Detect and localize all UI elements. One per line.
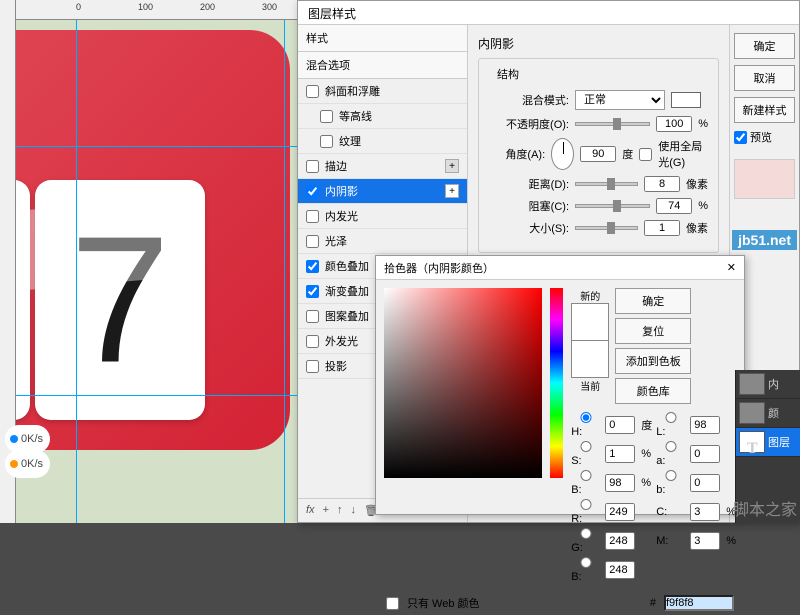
ruler-horizontal[interactable]: 0100200300 (0, 0, 297, 20)
style-row-内阴影[interactable]: 内阴影+ (298, 179, 467, 204)
style-row-纹理[interactable]: 纹理 (298, 129, 467, 154)
fx-add-icon[interactable]: + (323, 504, 329, 517)
angle-input[interactable] (580, 146, 616, 162)
s-radio[interactable] (571, 441, 601, 452)
guide-h[interactable] (0, 395, 297, 396)
style-row-描边[interactable]: 描边+ (298, 154, 467, 179)
b2-input[interactable] (690, 474, 720, 492)
layer-item[interactable]: 内 (736, 370, 800, 399)
r-radio[interactable] (571, 499, 601, 510)
cp-add-swatch-button[interactable]: 添加到色板 (615, 348, 691, 374)
style-checkbox[interactable] (306, 210, 319, 223)
r-input[interactable] (605, 503, 635, 521)
b2-radio[interactable] (656, 470, 686, 481)
guide-v[interactable] (284, 0, 285, 523)
bv-radio[interactable] (571, 557, 601, 568)
styles-header[interactable]: 样式 (298, 25, 467, 52)
brand-label: 脚本之家 (733, 496, 797, 520)
hex-input[interactable] (664, 595, 734, 611)
layer-item[interactable]: 图层 (736, 428, 800, 457)
size-input[interactable] (644, 220, 680, 236)
ok-button[interactable]: 确定 (734, 33, 795, 59)
bv-input[interactable] (605, 561, 635, 579)
distance-slider[interactable] (575, 182, 638, 186)
fx-up-icon[interactable]: ↑ (337, 504, 343, 517)
preview-swatch (734, 159, 795, 199)
cp-ok-button[interactable]: 确定 (615, 288, 691, 314)
global-light-checkbox[interactable] (639, 148, 652, 161)
color-picker-dialog: 拾色器（内阴影颜色）✕ 新的 当前 确定 复位 添加到色板 颜色库 (375, 255, 745, 515)
style-checkbox[interactable] (306, 260, 319, 273)
status-download: 0K/s (5, 425, 50, 453)
style-checkbox[interactable] (306, 335, 319, 348)
dialog-title: 图层样式 (298, 1, 799, 25)
style-checkbox[interactable] (306, 85, 319, 98)
color-values: H:度 L: S:% a: B:% b: R: C:% G: M:% B: (571, 412, 736, 583)
style-row-斜面和浮雕[interactable]: 斜面和浮雕 (298, 79, 467, 104)
opacity-slider[interactable] (575, 122, 650, 126)
h-radio[interactable] (571, 412, 601, 423)
web-only-checkbox[interactable] (386, 597, 399, 610)
spread-slider[interactable] (575, 204, 650, 208)
type-tool-icon[interactable]: T (747, 440, 765, 458)
guide-v[interactable] (76, 0, 77, 523)
status-upload: 0K/s (5, 450, 50, 478)
watermark: jb51.net (732, 230, 797, 250)
style-row-等高线[interactable]: 等高线 (298, 104, 467, 129)
blend-options-header[interactable]: 混合选项 (298, 52, 467, 79)
plus-icon[interactable]: + (445, 159, 459, 173)
guide-h[interactable] (0, 146, 297, 147)
style-checkbox[interactable] (306, 160, 319, 173)
fx-label[interactable]: fx (306, 504, 315, 517)
cp-libraries-button[interactable]: 颜色库 (615, 378, 691, 404)
style-checkbox[interactable] (306, 360, 319, 373)
g-radio[interactable] (571, 528, 601, 539)
s-input[interactable] (605, 445, 635, 463)
distance-input[interactable] (644, 176, 680, 192)
color-swatch[interactable] (671, 92, 701, 108)
angle-dial[interactable] (551, 138, 574, 170)
canvas-area[interactable]: 0 7 0100200300 0K/s 0K/s (0, 0, 297, 523)
style-checkbox[interactable] (306, 235, 319, 248)
style-row-光泽[interactable]: 光泽 (298, 229, 467, 254)
color-field[interactable] (384, 288, 542, 478)
plus-icon[interactable]: + (445, 184, 459, 198)
a-radio[interactable] (656, 441, 686, 452)
m-input[interactable] (690, 532, 720, 550)
spread-input[interactable] (656, 198, 692, 214)
c-input[interactable] (690, 503, 720, 521)
style-checkbox[interactable] (320, 135, 333, 148)
g-input[interactable] (605, 532, 635, 550)
cp-title: 拾色器（内阴影颜色） (384, 260, 494, 276)
icon-background: 0 7 (0, 30, 290, 450)
close-icon[interactable]: ✕ (727, 261, 736, 274)
style-checkbox[interactable] (306, 285, 319, 298)
structure-group: 结构 混合模式:正常 不透明度(O):% 角度(A):度使用全局光(G) 距离(… (478, 58, 719, 253)
h-input[interactable] (605, 416, 635, 434)
fx-down-icon[interactable]: ↓ (351, 504, 357, 517)
hue-slider[interactable] (550, 288, 563, 478)
style-checkbox[interactable] (320, 110, 333, 123)
layer-item[interactable]: 颜 (736, 399, 800, 428)
style-row-内发光[interactable]: 内发光 (298, 204, 467, 229)
l-input[interactable] (690, 416, 720, 434)
b-radio[interactable] (571, 470, 601, 481)
size-slider[interactable] (575, 226, 638, 230)
new-style-button[interactable]: 新建样式 (734, 97, 795, 123)
preview-checkbox[interactable] (734, 131, 747, 144)
panel-title: 内阴影 (478, 35, 719, 52)
b-input[interactable] (605, 474, 635, 492)
style-checkbox[interactable] (306, 310, 319, 323)
cp-cancel-button[interactable]: 复位 (615, 318, 691, 344)
a-input[interactable] (690, 445, 720, 463)
opacity-input[interactable] (656, 116, 692, 132)
style-checkbox[interactable] (306, 185, 319, 198)
cancel-button[interactable]: 取消 (734, 65, 795, 91)
current-color-swatch[interactable] (571, 340, 609, 378)
new-color-swatch (571, 303, 609, 341)
blend-mode-select[interactable]: 正常 (575, 90, 665, 110)
l-radio[interactable] (656, 412, 686, 423)
